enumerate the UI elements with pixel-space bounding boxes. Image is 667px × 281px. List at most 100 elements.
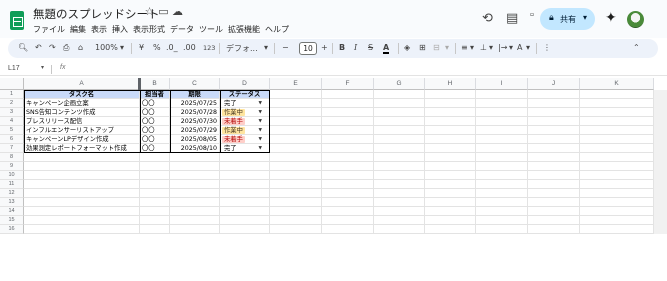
cell[interactable] xyxy=(476,162,528,171)
cell[interactable] xyxy=(580,90,654,99)
cell[interactable] xyxy=(24,198,140,207)
cell[interactable] xyxy=(476,99,528,108)
cell[interactable] xyxy=(220,162,270,171)
cell[interactable] xyxy=(170,162,220,171)
cell[interactable] xyxy=(322,108,374,117)
cell[interactable] xyxy=(580,117,654,126)
merge-cells-icon[interactable]: ⊟ xyxy=(433,43,440,52)
table-header-cell[interactable]: タスク名 xyxy=(24,90,140,99)
cell[interactable] xyxy=(220,198,270,207)
cell[interactable] xyxy=(140,189,170,198)
row-header[interactable]: 15 xyxy=(0,216,24,225)
cell[interactable] xyxy=(170,189,220,198)
decrease-font-size-button[interactable]: − xyxy=(282,43,289,52)
increase-font-size-button[interactable]: + xyxy=(321,43,328,52)
cell[interactable] xyxy=(270,99,322,108)
cell[interactable] xyxy=(270,144,322,153)
task-name-cell[interactable]: SNS告知コンテンツ作成 xyxy=(24,108,140,117)
select-all-corner[interactable] xyxy=(0,78,24,90)
percent-format-button[interactable]: % xyxy=(153,43,161,52)
chevron-down-icon[interactable]: ▾ xyxy=(445,43,449,52)
cell[interactable] xyxy=(270,171,322,180)
cell[interactable] xyxy=(270,162,322,171)
row-header[interactable]: 4 xyxy=(0,117,24,126)
column-header-h[interactable]: H xyxy=(425,78,476,90)
cell[interactable] xyxy=(322,153,374,162)
task-name-cell[interactable]: キャンペーン企画立案 xyxy=(24,99,140,108)
cell[interactable] xyxy=(374,126,425,135)
cell[interactable] xyxy=(476,126,528,135)
cell[interactable] xyxy=(322,126,374,135)
menu-item[interactable]: ツール xyxy=(199,25,223,34)
gemini-icon[interactable]: ✦ xyxy=(605,9,617,26)
cell[interactable] xyxy=(170,171,220,180)
cell[interactable] xyxy=(528,207,580,216)
row-header[interactable]: 8 xyxy=(0,153,24,162)
vertical-scrollbar[interactable] xyxy=(654,90,667,234)
borders-icon[interactable]: ⊞ xyxy=(419,43,426,52)
cell[interactable] xyxy=(580,108,654,117)
owner-cell[interactable]: 〇〇 xyxy=(140,135,170,144)
cell[interactable] xyxy=(528,171,580,180)
spreadsheet-grid[interactable]: A B C D E F G H I J K 1 タスク名 担当者 期限 ステータス 2 キャンペーン企画立案 〇〇 2… xyxy=(0,78,667,281)
cell[interactable] xyxy=(580,144,654,153)
cell[interactable] xyxy=(374,144,425,153)
cell[interactable] xyxy=(270,135,322,144)
cell[interactable] xyxy=(322,189,374,198)
fill-color-icon[interactable]: ◈ xyxy=(404,43,410,52)
column-header-c[interactable]: C xyxy=(170,78,220,90)
cell[interactable] xyxy=(322,144,374,153)
row-header[interactable]: 10 xyxy=(0,171,24,180)
history-icon[interactable]: ⟲ xyxy=(482,10,493,26)
chevron-down-icon[interactable]: ▾ xyxy=(526,43,530,52)
comments-icon[interactable]: ▤ xyxy=(506,10,518,26)
column-header-a[interactable]: A xyxy=(24,78,140,90)
task-name-cell[interactable]: インフルエンサーリストアップ xyxy=(24,126,140,135)
cell[interactable] xyxy=(220,207,270,216)
vertical-align-icon[interactable]: ⊥ xyxy=(480,43,487,52)
cell[interactable] xyxy=(374,99,425,108)
cell[interactable] xyxy=(528,162,580,171)
due-date-cell[interactable]: 2025/07/30 xyxy=(170,117,220,126)
cell[interactable] xyxy=(24,162,140,171)
cell[interactable] xyxy=(322,171,374,180)
cell[interactable] xyxy=(528,108,580,117)
owner-cell[interactable]: 〇〇 xyxy=(140,108,170,117)
cell[interactable] xyxy=(24,216,140,225)
cell[interactable] xyxy=(374,108,425,117)
cell[interactable] xyxy=(476,144,528,153)
cloud-status-icon[interactable]: ☁ xyxy=(172,5,186,18)
task-name-cell[interactable]: 効果測定レポートフォーマット作成 xyxy=(24,144,140,153)
row-header[interactable]: 16 xyxy=(0,225,24,234)
table-header-cell[interactable]: ステータス xyxy=(220,90,270,99)
increase-decimal-button[interactable]: .00 xyxy=(183,43,196,52)
number-format-button[interactable]: 123 xyxy=(203,44,215,52)
cell[interactable] xyxy=(528,225,580,234)
paint-format-icon[interactable]: ⌂ xyxy=(78,43,83,52)
chevron-down-icon[interactable]: ▾ xyxy=(264,43,268,52)
cell[interactable] xyxy=(476,198,528,207)
row-header[interactable]: 9 xyxy=(0,162,24,171)
cell[interactable] xyxy=(270,207,322,216)
cell[interactable] xyxy=(220,189,270,198)
cell[interactable] xyxy=(580,99,654,108)
italic-button[interactable]: I xyxy=(354,43,357,52)
cell[interactable] xyxy=(374,198,425,207)
name-box[interactable]: L17 xyxy=(8,65,20,72)
text-wrapping-icon[interactable]: |→ xyxy=(498,43,507,52)
due-date-cell[interactable]: 2025/07/28 xyxy=(170,108,220,117)
cell[interactable] xyxy=(322,117,374,126)
cell[interactable] xyxy=(528,135,580,144)
cell[interactable] xyxy=(322,90,374,99)
text-color-button[interactable]: A xyxy=(383,43,390,54)
cell[interactable] xyxy=(270,117,322,126)
due-date-cell[interactable]: 2025/08/10 xyxy=(170,144,220,153)
cell[interactable] xyxy=(270,90,322,99)
menu-item[interactable]: ファイル xyxy=(33,25,65,34)
cell[interactable] xyxy=(270,126,322,135)
bold-button[interactable]: B xyxy=(339,43,345,52)
cell[interactable] xyxy=(374,153,425,162)
row-header[interactable]: 7 xyxy=(0,144,24,153)
cell[interactable] xyxy=(528,144,580,153)
owner-cell[interactable]: 〇〇 xyxy=(140,144,170,153)
